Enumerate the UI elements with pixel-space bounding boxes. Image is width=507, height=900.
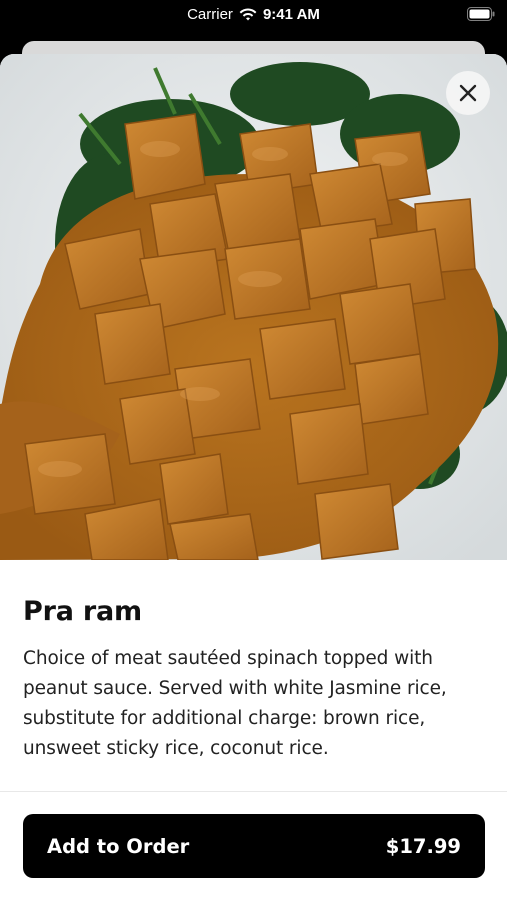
item-details: Pra ram Choice of meat sautéed spinach t… — [23, 596, 484, 764]
item-description: Choice of meat sautéed spinach topped wi… — [23, 648, 447, 759]
add-to-order-label: Add to Order — [47, 834, 190, 858]
add-to-order-button[interactable]: Add to Order $17.99 — [23, 814, 485, 878]
screen: Carrier 9:41 AM Pra ram Choice of meat s… — [0, 0, 507, 900]
battery-icon — [467, 7, 495, 21]
close-button[interactable] — [446, 71, 490, 115]
carrier-label: Carrier — [187, 6, 233, 23]
food-photo — [0, 54, 507, 560]
clock: 9:41 AM — [262, 6, 320, 23]
status-center: Carrier 9:41 AM — [0, 6, 507, 23]
wifi-icon — [239, 7, 257, 20]
divider — [0, 791, 507, 792]
status-bar: Carrier 9:41 AM — [0, 0, 507, 34]
item-price: $17.99 — [385, 834, 461, 858]
item-title: Pra ram — [23, 596, 142, 627]
item-detail-sheet: Pra ram Choice of meat sautéed spinach t… — [0, 54, 507, 900]
close-icon — [459, 84, 477, 102]
